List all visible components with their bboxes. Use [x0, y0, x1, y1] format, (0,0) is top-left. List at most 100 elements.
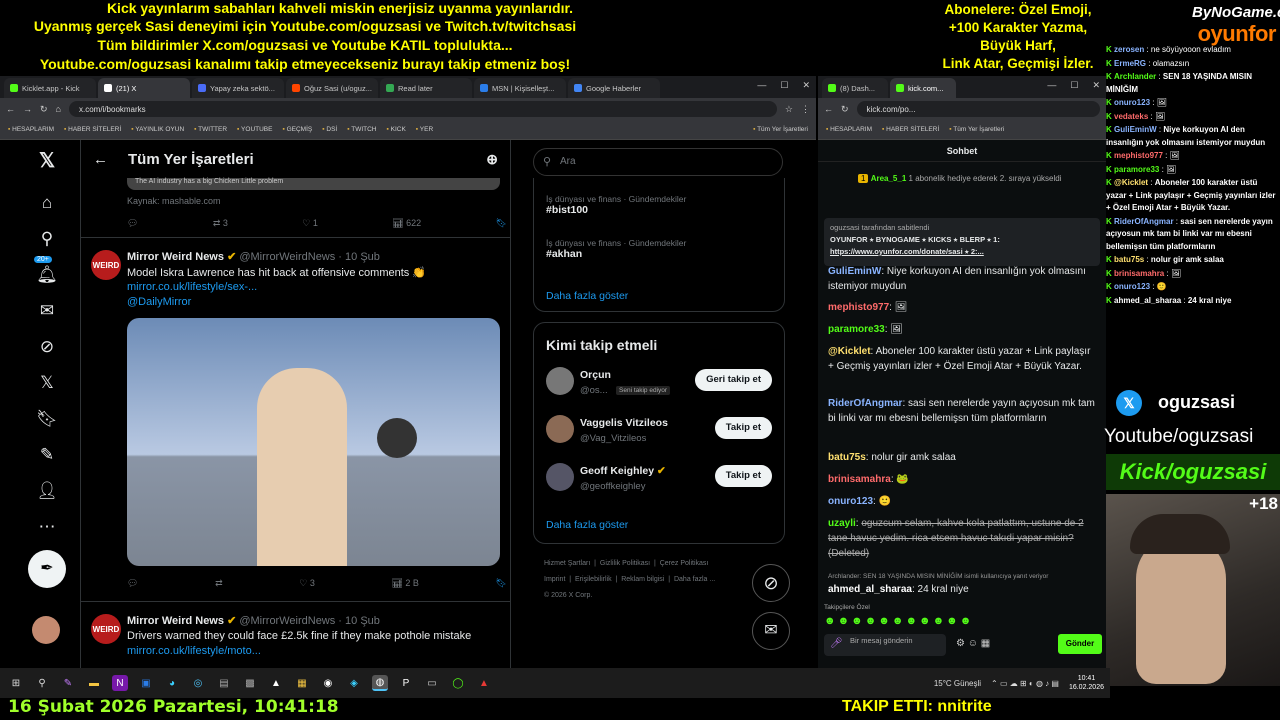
tweet-link[interactable]: mirror.co.uk/lifestyle/sex-...: [127, 281, 257, 293]
send-button[interactable]: Gönder: [1058, 634, 1102, 654]
tab-3[interactable]: Oğuz Sasi (u/oguz...: [286, 78, 378, 98]
more-icon[interactable]: ⋯: [36, 516, 58, 538]
bookmark-item[interactable]: YER: [416, 126, 433, 133]
retweet-icon[interactable]: ⇄: [215, 578, 223, 589]
author-handle[interactable]: @MirrorWeirdNews · 10 Şub: [239, 251, 380, 263]
search-input[interactable]: Ara: [533, 148, 783, 176]
tab-5[interactable]: MSN | Kişiselleşt...: [474, 78, 566, 98]
tab-1[interactable]: (21) X: [98, 78, 190, 98]
chat-username[interactable]: @Kicklet: [828, 346, 871, 357]
footer-link[interactable]: Çerez Politikası: [660, 560, 709, 567]
footer-link[interactable]: Hizmet Şartları: [544, 560, 590, 567]
grok-icon[interactable]: ⊘: [36, 336, 58, 358]
add-bookmark-folder-icon[interactable]: ⊕: [486, 151, 498, 168]
emote-strip[interactable]: ☻☻☻☻☻☻☻☻☻☻☻: [824, 615, 973, 627]
footer-link[interactable]: Imprint: [544, 576, 565, 583]
maximize-icon[interactable]: ☐: [780, 80, 788, 91]
show-more-link[interactable]: Daha fazla göster: [546, 519, 628, 531]
close-icon[interactable]: ✕: [802, 80, 810, 91]
reply-icon[interactable]: 💬︎: [127, 218, 138, 229]
back-arrow-icon[interactable]: ←: [93, 151, 108, 168]
bookmark-item[interactable]: Tüm Yer İşaretleri: [949, 126, 1004, 133]
grok-fab-icon[interactable]: ⊘: [752, 564, 790, 602]
chat-username[interactable]: paramore33: [828, 324, 885, 335]
x-logo-icon[interactable]: 𝕏: [36, 150, 58, 172]
profile-icon[interactable]: 👤︎: [36, 480, 58, 502]
chat-username[interactable]: GuliEminW: [828, 266, 881, 277]
bookmark-item[interactable]: KICK: [387, 126, 406, 133]
minimize-icon[interactable]: —: [1047, 80, 1056, 91]
bookmark-item[interactable]: GEÇMİŞ: [282, 126, 313, 133]
suggested-user-name[interactable]: Vaggelis Vitzileos: [580, 417, 668, 429]
trend-item[interactable]: İş dünyası ve finans · Gündemdekiler #ak…: [546, 238, 686, 260]
gift-user[interactable]: Area_5_1: [871, 174, 907, 183]
copilot-icon[interactable]: ✎: [60, 675, 76, 691]
tab-6[interactable]: Google Haberler: [568, 78, 660, 98]
edge-icon[interactable]: ◕: [164, 675, 180, 691]
home-icon[interactable]: ⌂: [36, 192, 58, 214]
tab-2[interactable]: Yapay zeka sektö...: [192, 78, 284, 98]
tab-1[interactable]: kick.com...: [890, 78, 956, 98]
tray-icons[interactable]: ⌃ ▭ ☁ ⊞ ◐ ◍ ♪ ▤: [991, 679, 1059, 688]
bookmark-item[interactable]: YAYINLIK OYUN: [131, 126, 184, 133]
author-name[interactable]: Mirror Weird News: [127, 251, 224, 263]
premium-icon[interactable]: 𝕏: [36, 372, 58, 394]
app-icon[interactable]: ▲: [268, 675, 284, 691]
footer-link[interactable]: Reklam bilgisi: [621, 576, 664, 583]
app-icon[interactable]: ◈: [346, 675, 362, 691]
weather-widget[interactable]: 15°C Güneşli: [934, 679, 981, 688]
follow-button[interactable]: Takip et: [714, 417, 772, 439]
start-icon[interactable]: ⊞: [8, 675, 24, 691]
tweet[interactable]: WEIRD Mirror Weird News ✔ @MirrorWeirdNe…: [81, 238, 510, 602]
tab-4[interactable]: Read later: [380, 78, 472, 98]
chat-username[interactable]: mephisto977: [828, 302, 889, 313]
pinned-link[interactable]: https://www.oyunfor.com/donate/sasi ⭑ 2:…: [830, 246, 1094, 258]
app-icon[interactable]: ▭: [424, 675, 440, 691]
avatar[interactable]: [32, 616, 60, 644]
tab-0[interactable]: Kicklet.app - Kick: [4, 78, 96, 98]
tweet-photo[interactable]: [127, 318, 500, 566]
author-name[interactable]: Mirror Weird News: [127, 615, 224, 627]
url-input[interactable]: kick.com/po...: [856, 101, 1100, 117]
like-button[interactable]: ♡ 1: [302, 218, 318, 229]
reload-icon[interactable]: ↻: [841, 104, 849, 115]
follow-back-button[interactable]: Geri takip et: [695, 369, 772, 391]
bookmarks-icon[interactable]: 🔖︎: [36, 408, 58, 430]
avatar[interactable]: [546, 463, 574, 491]
avatar[interactable]: [546, 367, 574, 395]
obs-icon[interactable]: ◉: [320, 675, 336, 691]
link-card-caption[interactable]: The AI industry has a big Chicken Little…: [127, 178, 500, 190]
bookmark-icon[interactable]: 🔖︎: [496, 218, 507, 229]
bookmark-item[interactable]: DSİ: [322, 126, 337, 133]
star-icon[interactable]: ☆: [785, 104, 793, 115]
bookmark-item[interactable]: TWITCH: [347, 126, 376, 133]
avatar[interactable]: [546, 415, 574, 443]
bookmark-icon[interactable]: 🔖︎: [496, 578, 507, 589]
notifications-icon[interactable]: 🔔︎: [36, 264, 58, 286]
back-icon[interactable]: ←: [824, 104, 833, 114]
app-icon[interactable]: ◯: [450, 675, 466, 691]
onenote-icon[interactable]: N: [112, 675, 128, 691]
reply-icon[interactable]: 💬︎: [127, 578, 138, 589]
file-explorer-icon[interactable]: ▬: [86, 675, 102, 691]
follow-button[interactable]: Takip et: [714, 465, 772, 487]
messages-fab-icon[interactable]: ✉: [752, 612, 790, 650]
chat-username[interactable]: brinisamahra: [828, 474, 891, 485]
avatar[interactable]: WEIRD: [91, 250, 121, 280]
mic-icon[interactable]: 🎤︎: [830, 638, 843, 649]
explore-icon[interactable]: ⚲: [36, 228, 58, 250]
footer-link[interactable]: Erişilebilirlik: [575, 576, 612, 583]
suggested-user-name[interactable]: Geoff Keighley ✔: [580, 465, 666, 477]
maximize-icon[interactable]: ☐: [1070, 80, 1078, 91]
tweet-author[interactable]: Mirror Weird News ✔ @MirrorWeirdNews · 1…: [127, 250, 380, 263]
chat-username[interactable]: RiderOfAngmar: [828, 398, 902, 409]
reload-icon[interactable]: ↻: [40, 104, 48, 115]
forward-icon[interactable]: →: [23, 104, 32, 114]
sticky-notes-icon[interactable]: ▦: [294, 675, 310, 691]
camera-icon[interactable]: ▩: [242, 675, 258, 691]
retweet-button[interactable]: ⇄ 3: [213, 218, 228, 229]
footer-link[interactable]: Gizlilik Politikası: [600, 560, 650, 567]
avatar[interactable]: WEIRD: [91, 614, 121, 644]
app-icon[interactable]: P: [398, 675, 414, 691]
bookmark-item[interactable]: HABER SİTELERİ: [882, 126, 939, 133]
